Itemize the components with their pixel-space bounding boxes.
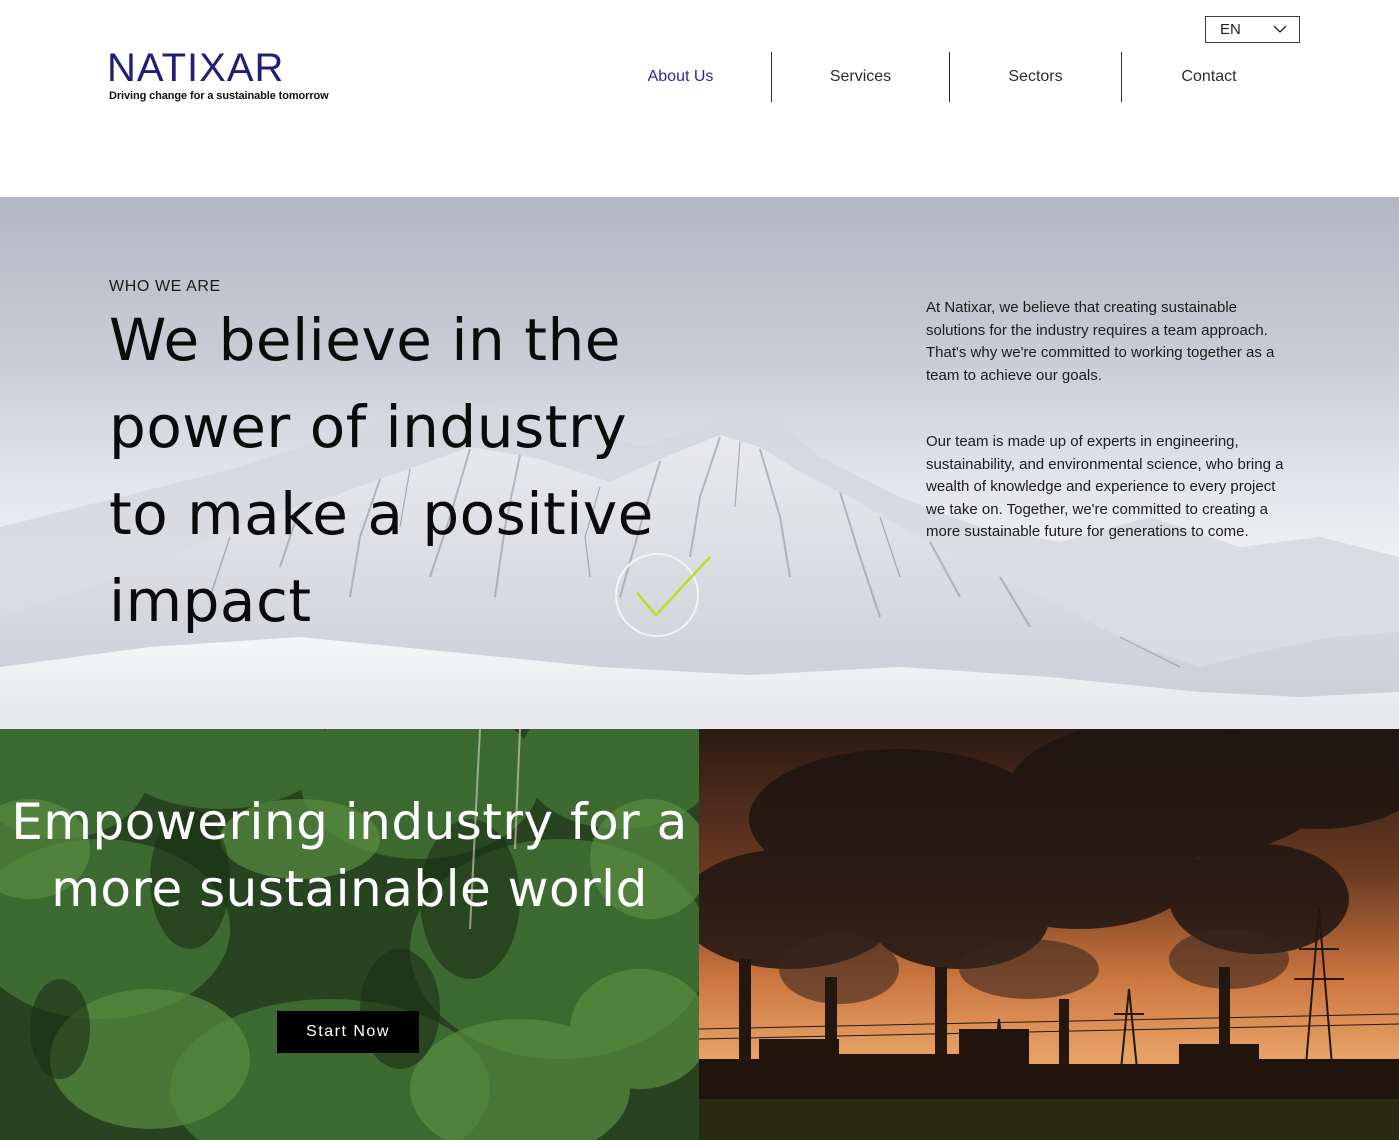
site-header: NATIXAR Driving change for a sustainable… bbox=[0, 0, 1399, 197]
forest-panel: Empowering industry for a more sustainab… bbox=[0, 729, 699, 1140]
nav-item-sectors[interactable]: Sectors bbox=[950, 52, 1121, 102]
main-nav: About Us Services Sectors Contact bbox=[590, 52, 1296, 102]
nav-item-contact[interactable]: Contact bbox=[1122, 52, 1296, 102]
hero-paragraph-1: At Natixar, we believe that creating sus… bbox=[926, 299, 1275, 384]
factory-background-image bbox=[699, 729, 1399, 1140]
chevron-down-icon bbox=[1273, 25, 1287, 33]
language-selector[interactable]: EN bbox=[1205, 16, 1300, 43]
language-selected-value: EN bbox=[1220, 21, 1241, 38]
factory-panel bbox=[699, 729, 1399, 1140]
hero-eyebrow: WHO WE ARE bbox=[109, 278, 221, 295]
brand-name: NATIXAR bbox=[107, 46, 285, 90]
hero-headline: We believe in the power of industry to m… bbox=[109, 306, 654, 635]
nav-item-services[interactable]: Services bbox=[772, 52, 949, 102]
check-circle-icon bbox=[615, 553, 711, 637]
forest-panel-title: Empowering industry for a more sustainab… bbox=[11, 793, 688, 918]
hero-paragraph-2: Our team is made up of experts in engine… bbox=[926, 433, 1284, 540]
hero-section: WHO WE ARE We believe in the power of in… bbox=[0, 197, 1399, 729]
nav-item-about-us[interactable]: About Us bbox=[590, 52, 771, 102]
brand-logo[interactable]: NATIXAR Driving change for a sustainable… bbox=[107, 48, 347, 108]
start-now-button[interactable]: Start Now bbox=[277, 1011, 419, 1053]
brand-tagline: Driving change for a sustainable tomorro… bbox=[109, 90, 329, 102]
